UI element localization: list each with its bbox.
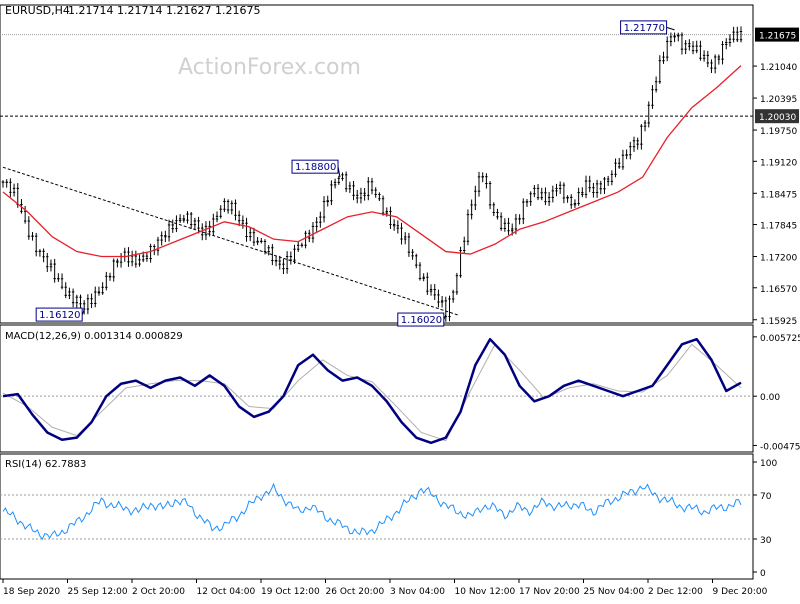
price-tick-label: 1.21040 xyxy=(760,63,797,73)
time-tick-label: 18 Sep 2020 xyxy=(3,587,60,597)
forex-chart-window: EURUSD,H4 1.21714 1.21714 1.21627 1.2167… xyxy=(0,0,800,600)
rsi-title: RSI(14) 62.7883 xyxy=(5,459,86,470)
symbol-label: EURUSD,H4 xyxy=(5,4,70,17)
chart-canvas: EURUSD,H4 1.21714 1.21714 1.21627 1.2167… xyxy=(0,0,800,600)
rsi-tick-label: 70 xyxy=(760,492,772,502)
time-tick-label: 25 Sep 12:00 xyxy=(68,587,128,597)
macd-tick-label: -0.004755 xyxy=(760,442,800,452)
price-tick-label: 1.17200 xyxy=(760,254,797,264)
level-price-label: 1.20030 xyxy=(759,113,796,123)
time-tick-label: 17 Nov 20:00 xyxy=(519,587,580,597)
rsi-tick-label: 100 xyxy=(760,459,777,469)
time-tick-label: 25 Nov 04:00 xyxy=(584,587,645,597)
time-tick-label: 19 Oct 12:00 xyxy=(261,587,320,597)
price-tick-label: 1.19750 xyxy=(760,127,797,137)
annotation-label: 1.18800 xyxy=(295,162,336,173)
ohlc-label: 1.21714 1.21714 1.21627 1.21675 xyxy=(68,4,260,17)
macd-tick-label: 0.005725 xyxy=(760,334,800,344)
price-tick-label: 1.17845 xyxy=(760,222,797,232)
time-tick-label: 2 Dec 12:00 xyxy=(648,587,703,597)
price-tick-label: 1.18475 xyxy=(760,190,797,200)
time-tick-label: 12 Oct 04:00 xyxy=(197,587,256,597)
macd-tick-label: 0.00 xyxy=(760,393,780,403)
price-tick-label: 1.19120 xyxy=(760,158,797,168)
time-tick-label: 2 Oct 20:00 xyxy=(132,587,185,597)
rsi-tick-label: 0 xyxy=(760,569,766,579)
time-tick-label: 10 Nov 12:00 xyxy=(455,587,516,597)
annotation-label: 1.16120 xyxy=(39,310,80,321)
price-tick-label: 1.20395 xyxy=(760,95,797,105)
price-tick-label: 1.16570 xyxy=(760,285,797,295)
time-tick-label: 26 Oct 20:00 xyxy=(326,587,385,597)
price-tick-label: 1.15925 xyxy=(760,317,797,327)
current-price-label: 1.21675 xyxy=(759,32,796,42)
time-tick-label: 9 Dec 20:00 xyxy=(713,587,768,597)
rsi-tick-label: 30 xyxy=(760,536,772,546)
macd-title: MACD(12,26,9) 0.001314 0.000829 xyxy=(5,331,183,342)
annotation-label: 1.16020 xyxy=(401,315,442,326)
watermark: ActionForex.com xyxy=(178,55,361,80)
time-tick-label: 3 Nov 04:00 xyxy=(390,587,445,597)
annotation-label: 1.21770 xyxy=(624,23,665,34)
